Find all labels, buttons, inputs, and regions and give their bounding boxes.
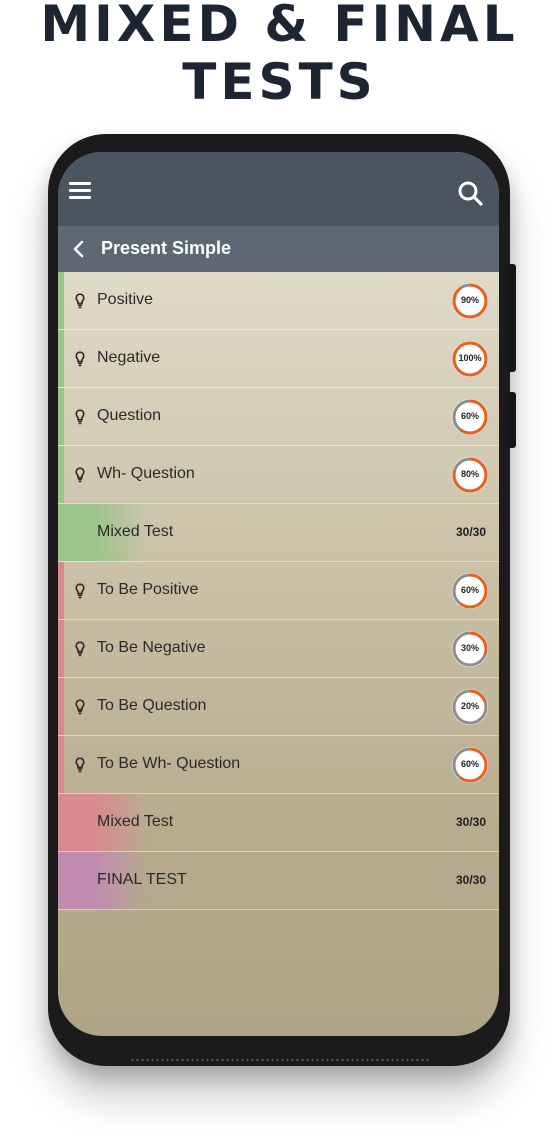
test-row[interactable]: FINAL TEST 30/30 bbox=[58, 852, 499, 910]
test-row[interactable]: Mixed Test 30/30 bbox=[58, 504, 499, 562]
lesson-row[interactable]: Question 60% bbox=[58, 388, 499, 446]
lesson-row[interactable]: Positive 90% bbox=[58, 272, 499, 330]
lesson-list: Positive 90% Negative 100% Question 60% Wh- Qu… bbox=[58, 272, 499, 910]
row-label: To Be Question bbox=[97, 697, 207, 714]
progress-ring: 30% bbox=[451, 630, 489, 668]
row-label: Positive bbox=[97, 291, 154, 308]
progress-ring: 100% bbox=[451, 340, 489, 378]
progress-percent: 60% bbox=[460, 411, 479, 421]
test-score: 30/30 bbox=[455, 815, 486, 829]
row-label: To Be Wh- Question bbox=[97, 755, 241, 772]
headline-line-1: MIXED & FINAL bbox=[40, 0, 519, 53]
group-accent-bar bbox=[58, 562, 64, 619]
group-accent-bar bbox=[58, 388, 64, 445]
progress-ring: 80% bbox=[451, 456, 489, 494]
row-label: Question bbox=[97, 407, 162, 424]
phone-speaker-grille bbox=[130, 1058, 430, 1062]
row-label: Wh- Question bbox=[97, 465, 195, 482]
lesson-row[interactable]: To Be Negative 30% bbox=[58, 620, 499, 678]
test-row[interactable]: Mixed Test 30/30 bbox=[58, 794, 499, 852]
lightbulb-icon bbox=[75, 409, 85, 425]
hamburger-menu-icon[interactable] bbox=[69, 182, 91, 200]
lightbulb-icon bbox=[75, 699, 85, 715]
progress-percent: 90% bbox=[460, 295, 479, 305]
phone-frame: Present Simple Positive 90% Negative 100% Qu… bbox=[48, 134, 516, 1066]
row-label: To Be Negative bbox=[97, 639, 206, 656]
lightbulb-icon bbox=[75, 293, 85, 309]
chevron-left-icon[interactable] bbox=[70, 238, 90, 260]
lightbulb-icon bbox=[75, 641, 85, 657]
row-label: Mixed Test bbox=[97, 523, 174, 540]
progress-ring: 60% bbox=[451, 398, 489, 436]
lesson-row[interactable]: Negative 100% bbox=[58, 330, 499, 388]
progress-percent: 80% bbox=[460, 469, 479, 479]
phone-volume-button bbox=[508, 264, 516, 372]
group-accent-bar bbox=[58, 272, 64, 329]
row-label: Negative bbox=[97, 349, 161, 366]
lesson-row[interactable]: To Be Wh- Question 60% bbox=[58, 736, 499, 794]
progress-ring: 60% bbox=[451, 746, 489, 784]
progress-ring: 60% bbox=[451, 572, 489, 610]
progress-ring: 90% bbox=[451, 282, 489, 320]
lesson-row[interactable]: To Be Positive 60% bbox=[58, 562, 499, 620]
section-title: Present Simple bbox=[101, 238, 232, 258]
row-label: FINAL TEST bbox=[97, 871, 187, 888]
test-score: 30/30 bbox=[455, 873, 486, 887]
search-icon[interactable] bbox=[457, 180, 483, 206]
group-accent-bar bbox=[58, 620, 64, 677]
progress-ring: 20% bbox=[451, 688, 489, 726]
lesson-row[interactable]: To Be Question 20% bbox=[58, 678, 499, 736]
app-screen: Present Simple Positive 90% Negative 100% Qu… bbox=[58, 152, 499, 1036]
progress-percent: 100% bbox=[458, 353, 482, 363]
app-bar bbox=[58, 152, 499, 226]
test-score: 30/30 bbox=[455, 525, 486, 539]
progress-percent: 60% bbox=[460, 759, 479, 769]
lightbulb-icon bbox=[75, 583, 85, 599]
section-header: Present Simple bbox=[58, 226, 499, 272]
group-accent-bar bbox=[58, 736, 64, 793]
headline-line-2: TESTS bbox=[182, 53, 377, 111]
lightbulb-icon bbox=[75, 467, 85, 483]
progress-percent: 60% bbox=[460, 585, 479, 595]
progress-percent: 30% bbox=[460, 643, 479, 653]
progress-percent: 20% bbox=[460, 701, 479, 711]
lightbulb-icon bbox=[75, 757, 85, 773]
phone-power-button bbox=[508, 392, 516, 448]
group-accent-bar bbox=[58, 446, 64, 503]
group-accent-bar bbox=[58, 678, 64, 735]
row-label: Mixed Test bbox=[97, 813, 174, 830]
row-label: To Be Positive bbox=[97, 581, 199, 598]
lightbulb-icon bbox=[75, 351, 85, 367]
lesson-row[interactable]: Wh- Question 80% bbox=[58, 446, 499, 504]
group-accent-bar bbox=[58, 330, 64, 387]
